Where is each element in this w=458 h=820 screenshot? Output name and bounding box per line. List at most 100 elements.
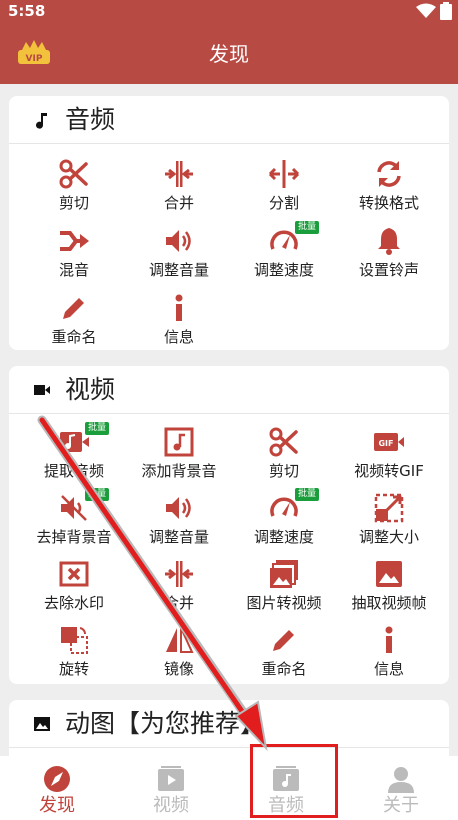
video-remove-watermark-button[interactable]: 去除水印 (19, 550, 129, 616)
item-label: 调整音量 (148, 261, 209, 279)
batch-badge: 批量 (85, 488, 110, 501)
scissors-icon (59, 159, 88, 189)
audio-split-button[interactable]: 分割 (229, 150, 339, 216)
status-time: 5:58 (8, 2, 46, 20)
audio-cut-button[interactable]: 剪切 (19, 150, 129, 216)
info-icon (175, 294, 183, 321)
audio-speed-button[interactable]: 批量 调整速度 (229, 217, 339, 283)
video-info-button[interactable]: 信息 (334, 616, 444, 682)
item-label: 添加背景音 (141, 462, 217, 480)
resize-icon (374, 493, 404, 523)
video-volume-button[interactable]: 调整音量 (124, 484, 234, 550)
batch-badge: 批量 (295, 488, 320, 501)
item-label: 调整大小 (358, 528, 419, 546)
music-note-icon (36, 113, 47, 129)
status-icons (416, 2, 452, 20)
video-extract-audio-button[interactable]: 批量 提取音频 (19, 418, 129, 484)
rotate-icon (61, 627, 88, 654)
volume-icon (166, 230, 191, 252)
batch-badge: 批量 (295, 221, 320, 234)
info-icon (385, 626, 393, 653)
scissors-icon (269, 427, 298, 457)
audio-info-button[interactable]: 信息 (124, 284, 234, 350)
main-content: 音频 剪切 合并 分割 转换格式 混音 调整音量 批量 调整速度 设置铃声 重命… (0, 84, 458, 756)
tab-discover[interactable]: 发现 (0, 756, 114, 820)
watermark-icon (59, 561, 89, 587)
video-camera-icon (34, 385, 50, 395)
video-to-gif-button[interactable]: GIF 视频转GIF (334, 418, 444, 484)
page-title: 发现 (209, 42, 249, 66)
video-mirror-button[interactable]: 镜像 (124, 616, 234, 682)
item-label: 图片转视频 (246, 594, 322, 612)
audio-convert-button[interactable]: 转换格式 (334, 150, 444, 216)
image-icon (376, 561, 402, 587)
item-label: 调整速度 (253, 261, 314, 279)
pencil-icon (63, 298, 84, 319)
video-speed-button[interactable]: 批量 调整速度 (229, 484, 339, 550)
item-label: 去除水印 (43, 594, 104, 612)
audio-section-header: 音频 (9, 96, 449, 144)
tab-label: 视频 (153, 795, 189, 816)
pencil-icon (273, 630, 294, 651)
mirror-icon (166, 627, 194, 653)
item-label: 分割 (268, 194, 299, 212)
video-add-music-button[interactable]: 添加背景音 (124, 418, 234, 484)
volume-icon (166, 497, 191, 519)
bell-icon (378, 228, 400, 255)
item-label: 旋转 (58, 660, 89, 678)
item-label: 重命名 (51, 328, 97, 346)
item-label: 剪切 (268, 462, 299, 480)
add-music-icon (164, 427, 194, 457)
video-resize-button[interactable]: 调整大小 (334, 484, 444, 550)
picture-icon (34, 717, 50, 731)
video-tab-icon (158, 766, 184, 791)
item-label: 剪切 (58, 194, 89, 212)
video-merge-button[interactable]: 合并 (124, 550, 234, 616)
person-icon (388, 767, 414, 793)
item-label: 信息 (163, 328, 194, 346)
video-section: 视频 批量 提取音频 添加背景音 剪切 GIF 视频转GIF 批量 去掉背景音 … (9, 366, 449, 684)
item-label: 提取音频 (43, 462, 104, 480)
gif-section: 动图【为您推荐】 (9, 700, 449, 756)
audio-volume-button[interactable]: 调整音量 (124, 217, 234, 283)
audio-section: 音频 剪切 合并 分割 转换格式 混音 调整音量 批量 调整速度 设置铃声 重命… (9, 96, 449, 350)
tab-label: 发现 (39, 795, 75, 816)
item-label: 合并 (163, 194, 194, 212)
gif-icon-text: GIF (378, 439, 393, 448)
batch-badge: 批量 (85, 422, 110, 435)
item-label: 调整音量 (148, 528, 209, 546)
video-cut-button[interactable]: 剪切 (229, 418, 339, 484)
gif-icon: GIF (374, 433, 404, 451)
audio-rename-button[interactable]: 重命名 (19, 284, 129, 350)
merge-icon (165, 561, 193, 587)
split-icon (268, 160, 300, 188)
tab-about[interactable]: 关于 (344, 756, 458, 820)
video-section-title: 视频 (65, 375, 116, 404)
battery-icon (440, 2, 452, 20)
video-rename-button[interactable]: 重命名 (229, 616, 339, 682)
wifi-icon (416, 3, 436, 18)
images-icon (270, 560, 298, 588)
highlight-box (250, 744, 338, 818)
convert-icon (377, 161, 401, 187)
tab-video[interactable]: 视频 (114, 756, 228, 820)
audio-merge-button[interactable]: 合并 (124, 150, 234, 216)
item-label: 去掉背景音 (36, 528, 112, 546)
item-label: 调整速度 (253, 528, 314, 546)
gif-section-header: 动图【为您推荐】 (9, 700, 449, 748)
video-remove-bg-audio-button[interactable]: 批量 去掉背景音 (19, 484, 129, 550)
item-label: 合并 (163, 594, 194, 612)
item-label: 重命名 (261, 660, 307, 678)
item-label: 转换格式 (358, 194, 419, 212)
tab-label: 关于 (383, 795, 419, 816)
bottom-navigation: 发现 视频 音频 关于 (0, 756, 458, 820)
item-label: 混音 (58, 261, 89, 279)
gif-section-title: 动图【为您推荐】 (65, 709, 266, 738)
audio-mix-button[interactable]: 混音 (19, 217, 129, 283)
video-images-to-video-button[interactable]: 图片转视频 (229, 550, 339, 616)
audio-ringtone-button[interactable]: 设置铃声 (334, 217, 444, 283)
video-rotate-button[interactable]: 旋转 (19, 616, 129, 682)
item-label: 信息 (373, 660, 404, 678)
item-label: 设置铃声 (358, 261, 419, 279)
video-extract-frame-button[interactable]: 抽取视频帧 (334, 550, 444, 616)
